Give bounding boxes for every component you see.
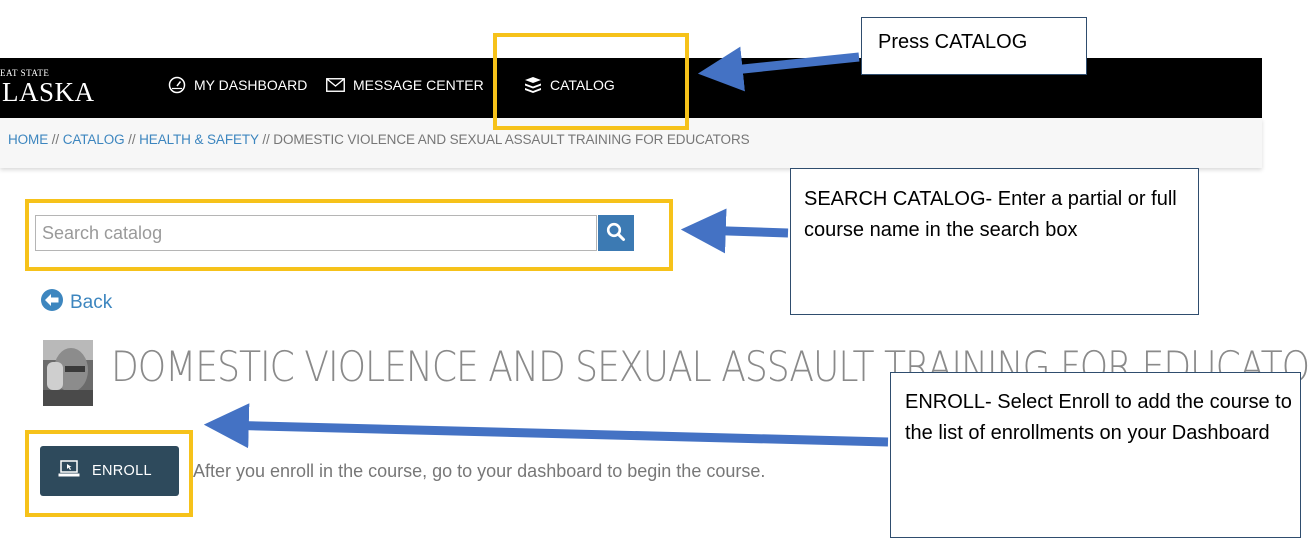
nav-item-label: MY DASHBOARD — [194, 77, 308, 93]
callout-enroll: ENROLL- Select Enroll to add the course … — [890, 372, 1301, 538]
breadcrumb-home[interactable]: HOME — [8, 132, 48, 147]
breadcrumb-current: DOMESTIC VIOLENCE AND SEXUAL ASSAULT TRA… — [273, 132, 750, 147]
envelope-icon — [326, 78, 345, 92]
breadcrumb-category[interactable]: HEALTH & SAFETY — [139, 132, 259, 147]
nav-item-message-center[interactable]: MESSAGE CENTER — [326, 74, 484, 96]
breadcrumb-separator: // — [124, 132, 140, 147]
enroll-instructions: After you enroll in the course, go to yo… — [193, 461, 766, 481]
breadcrumb-separator: // — [258, 132, 274, 147]
nav-item-my-dashboard[interactable]: MY DASHBOARD — [168, 74, 307, 96]
callout-catalog: Press CATALOG — [861, 17, 1087, 75]
back-label: Back — [70, 292, 113, 313]
logo-wordmark[interactable]: LASKA — [2, 78, 95, 106]
breadcrumb-catalog[interactable]: CATALOG — [63, 132, 125, 147]
arrow-left-circle-icon — [40, 288, 64, 318]
nav-item-label: MESSAGE CENTER — [353, 77, 484, 93]
highlight-box-search — [25, 199, 673, 271]
highlight-box-enroll — [25, 430, 193, 517]
breadcrumb-separator: // — [48, 132, 63, 147]
breadcrumb: HOME // CATALOG // HEALTH & SAFETY // DO… — [8, 132, 750, 147]
callout-search: SEARCH CATALOG- Enter a partial or full … — [790, 168, 1199, 315]
arrow-to-search — [680, 208, 789, 254]
gauge-icon — [168, 76, 186, 94]
highlight-box-catalog — [493, 33, 689, 130]
course-thumbnail — [43, 340, 93, 406]
back-link[interactable]: Back — [40, 288, 112, 318]
arrow-to-enroll — [203, 403, 889, 449]
